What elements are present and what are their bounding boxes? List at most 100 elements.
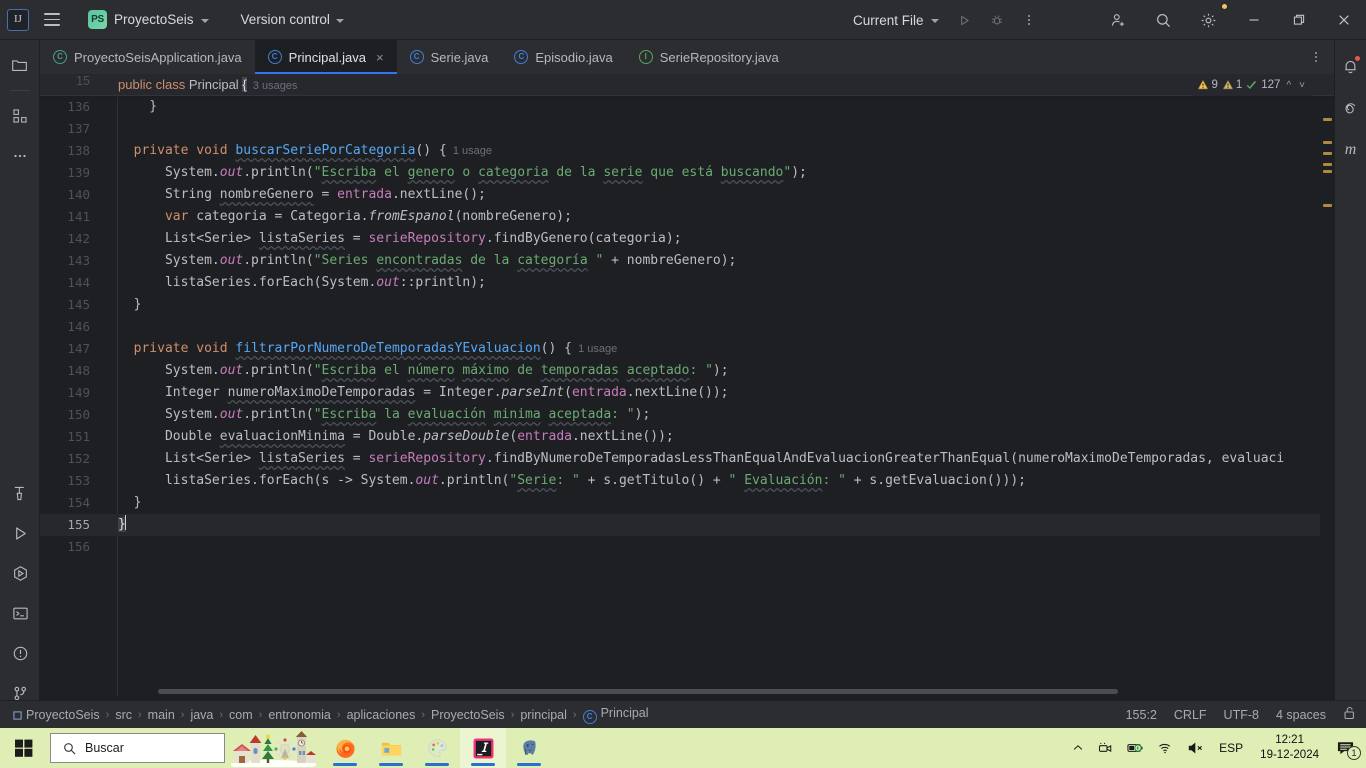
more-actions-button[interactable]	[1015, 6, 1043, 34]
show-hidden-icons-button[interactable]	[1065, 728, 1091, 768]
maven-tool-window-button[interactable]: m	[1337, 136, 1365, 164]
code-line[interactable]: 142 List<Serie> listaSeries = serieRepos…	[40, 228, 1334, 250]
inspections-widget[interactable]: 9 1 127 ^ ˅	[1192, 74, 1312, 96]
stripe-marker[interactable]	[1323, 118, 1332, 121]
taskbar-clock[interactable]: 12:21 19-12-2024	[1250, 728, 1329, 768]
code-line[interactable]: 156	[40, 536, 1334, 558]
code-line[interactable]: 141 var categoria = Categoria.fromEspano…	[40, 206, 1334, 228]
taskbar-search-input[interactable]: Buscar	[50, 733, 225, 763]
code-line[interactable]: 152 List<Serie> listaSeries = serieRepos…	[40, 448, 1334, 470]
error-stripe[interactable]	[1320, 96, 1334, 696]
tab-ProyectoSeisApplication[interactable]: C ProyectoSeisApplication.java	[40, 40, 255, 74]
problems-tool-window-button[interactable]	[5, 638, 35, 668]
run-button[interactable]	[951, 6, 979, 34]
code-line[interactable]: 140 String nombreGenero = entrada.nextLi…	[40, 184, 1334, 206]
tab-Serie[interactable]: C Serie.java	[397, 40, 502, 74]
code-editor[interactable]: 15 public class Principal { 3 usages 9 1…	[40, 74, 1334, 696]
hamburger-menu-icon[interactable]	[37, 5, 67, 35]
breadcrumb-item-class[interactable]: C Principal	[579, 704, 653, 726]
webcam-tray-icon[interactable]	[1091, 728, 1120, 768]
code-lines[interactable]: 136 } 137 138 private void buscarSeriePo…	[40, 96, 1334, 696]
tab-SerieRepository[interactable]: I SerieRepository.java	[626, 40, 792, 74]
code-line[interactable]: 144 listaSeries.forEach(System.out::prin…	[40, 272, 1334, 294]
taskbar-app-intellij-idea[interactable]	[460, 728, 506, 768]
windows-start-icon[interactable]	[0, 728, 48, 768]
code-line[interactable]: 138 private void buscarSeriePorCategoria…	[40, 140, 1334, 162]
breadcrumb-item[interactable]: principal	[516, 706, 571, 724]
indent-setting[interactable]: 4 spaces	[1276, 708, 1326, 722]
settings-button[interactable]	[1186, 0, 1231, 40]
search-everywhere-button[interactable]	[1141, 0, 1186, 40]
taskbar-app-pgadmin[interactable]	[506, 728, 552, 768]
breadcrumb-item[interactable]: aplicaciones	[343, 706, 420, 724]
run-tool-window-button[interactable]	[5, 518, 35, 548]
christmas-village-widget[interactable]	[231, 729, 316, 767]
code-line[interactable]: 150 System.out.println("Escriba la evalu…	[40, 404, 1334, 426]
breadcrumb-item-root[interactable]: ProyectoSeis	[9, 706, 104, 724]
breadcrumb-item[interactable]: com	[225, 706, 257, 724]
stripe-marker[interactable]	[1323, 163, 1332, 166]
breadcrumb-item[interactable]: ProyectoSeis	[427, 706, 509, 724]
stripe-marker[interactable]	[1323, 152, 1332, 155]
stripe-marker[interactable]	[1323, 204, 1332, 207]
chevron-up-icon[interactable]: ^	[1284, 80, 1293, 91]
stripe-marker[interactable]	[1323, 141, 1332, 144]
notifications-button[interactable]	[1337, 52, 1365, 80]
breadcrumb-item[interactable]: src	[111, 706, 136, 724]
code-line[interactable]: 139 System.out.println("Escriba el gener…	[40, 162, 1334, 184]
input-language-indicator[interactable]: ESP	[1212, 728, 1250, 768]
debug-tool-window-button[interactable]	[5, 558, 35, 588]
code-line[interactable]: 148 System.out.println("Escriba el númer…	[40, 360, 1334, 382]
horizontal-scrollbar[interactable]	[158, 689, 1118, 694]
code-line[interactable]: 137	[40, 118, 1334, 140]
chevron-down-icon[interactable]: ˅	[1297, 80, 1307, 91]
notification-center-button[interactable]: 1	[1329, 728, 1366, 768]
wifi-tray-icon[interactable]	[1151, 728, 1181, 768]
code-line[interactable]: 145 }	[40, 294, 1334, 316]
structure-tool-window-button[interactable]	[5, 101, 35, 131]
code-line-current[interactable]: 155 }	[40, 514, 1334, 536]
breadcrumb-item[interactable]: java	[186, 706, 217, 724]
breadcrumb-item[interactable]: entronomia	[264, 706, 335, 724]
ai-assistant-button[interactable]	[1337, 94, 1365, 122]
unlocked-padlock-icon[interactable]	[1343, 706, 1356, 723]
code-line[interactable]: 153 listaSeries.forEach(s -> System.out.…	[40, 470, 1334, 492]
terminal-tool-window-button[interactable]	[5, 598, 35, 628]
code-line[interactable]: 143 System.out.println("Series encontrad…	[40, 250, 1334, 272]
file-encoding[interactable]: UTF-8	[1224, 708, 1259, 722]
code-line[interactable]: 149 Integer numeroMaximoDeTemporadas = I…	[40, 382, 1334, 404]
debug-button[interactable]	[983, 6, 1011, 34]
stripe-marker[interactable]	[1323, 170, 1332, 173]
project-selector[interactable]: PS ProyectoSeis	[81, 7, 216, 32]
taskbar-app-firefox[interactable]	[322, 728, 368, 768]
code-line[interactable]: 151 Double evaluacionMinima = Double.par…	[40, 426, 1334, 448]
code-line[interactable]: 146	[40, 316, 1334, 338]
tab-Principal[interactable]: C Principal.java ×	[254, 40, 397, 74]
maximize-button[interactable]	[1276, 0, 1321, 40]
tab-close-icon[interactable]: ×	[376, 51, 384, 64]
version-control-selector[interactable]: Version control	[234, 9, 351, 30]
taskbar-app-paint[interactable]	[414, 728, 460, 768]
line-separator[interactable]: CRLF	[1174, 708, 1207, 722]
run-configuration-selector[interactable]: Current File	[845, 9, 947, 32]
build-tool-window-button[interactable]	[5, 478, 35, 508]
close-button[interactable]	[1321, 0, 1366, 40]
caret-position[interactable]: 155:2	[1126, 708, 1157, 722]
warnings-indicator[interactable]: 9	[1197, 79, 1218, 91]
volume-tray-icon[interactable]	[1181, 728, 1212, 768]
tab-options-icon[interactable]	[1302, 43, 1330, 71]
project-tool-window-button[interactable]	[5, 50, 35, 80]
code-line[interactable]: 154 }	[40, 492, 1334, 514]
battery-tray-icon[interactable]	[1120, 728, 1151, 768]
sticky-class-header[interactable]: 15 public class Principal { 3 usages	[40, 74, 1334, 96]
code-line[interactable]: 147 private void filtrarPorNumeroDeTempo…	[40, 338, 1334, 360]
settings-update-badge	[1221, 3, 1228, 10]
share-project-button[interactable]	[1096, 0, 1141, 40]
tab-Episodio[interactable]: C Episodio.java	[501, 40, 625, 74]
weak-warnings-indicator[interactable]: 1	[1222, 79, 1242, 91]
inspections-ok-indicator[interactable]: 127	[1246, 79, 1280, 91]
more-tool-windows-button[interactable]	[5, 141, 35, 171]
taskbar-app-file-explorer[interactable]	[368, 728, 414, 768]
breadcrumb-item[interactable]: main	[144, 706, 179, 724]
minimize-button[interactable]	[1231, 0, 1276, 40]
